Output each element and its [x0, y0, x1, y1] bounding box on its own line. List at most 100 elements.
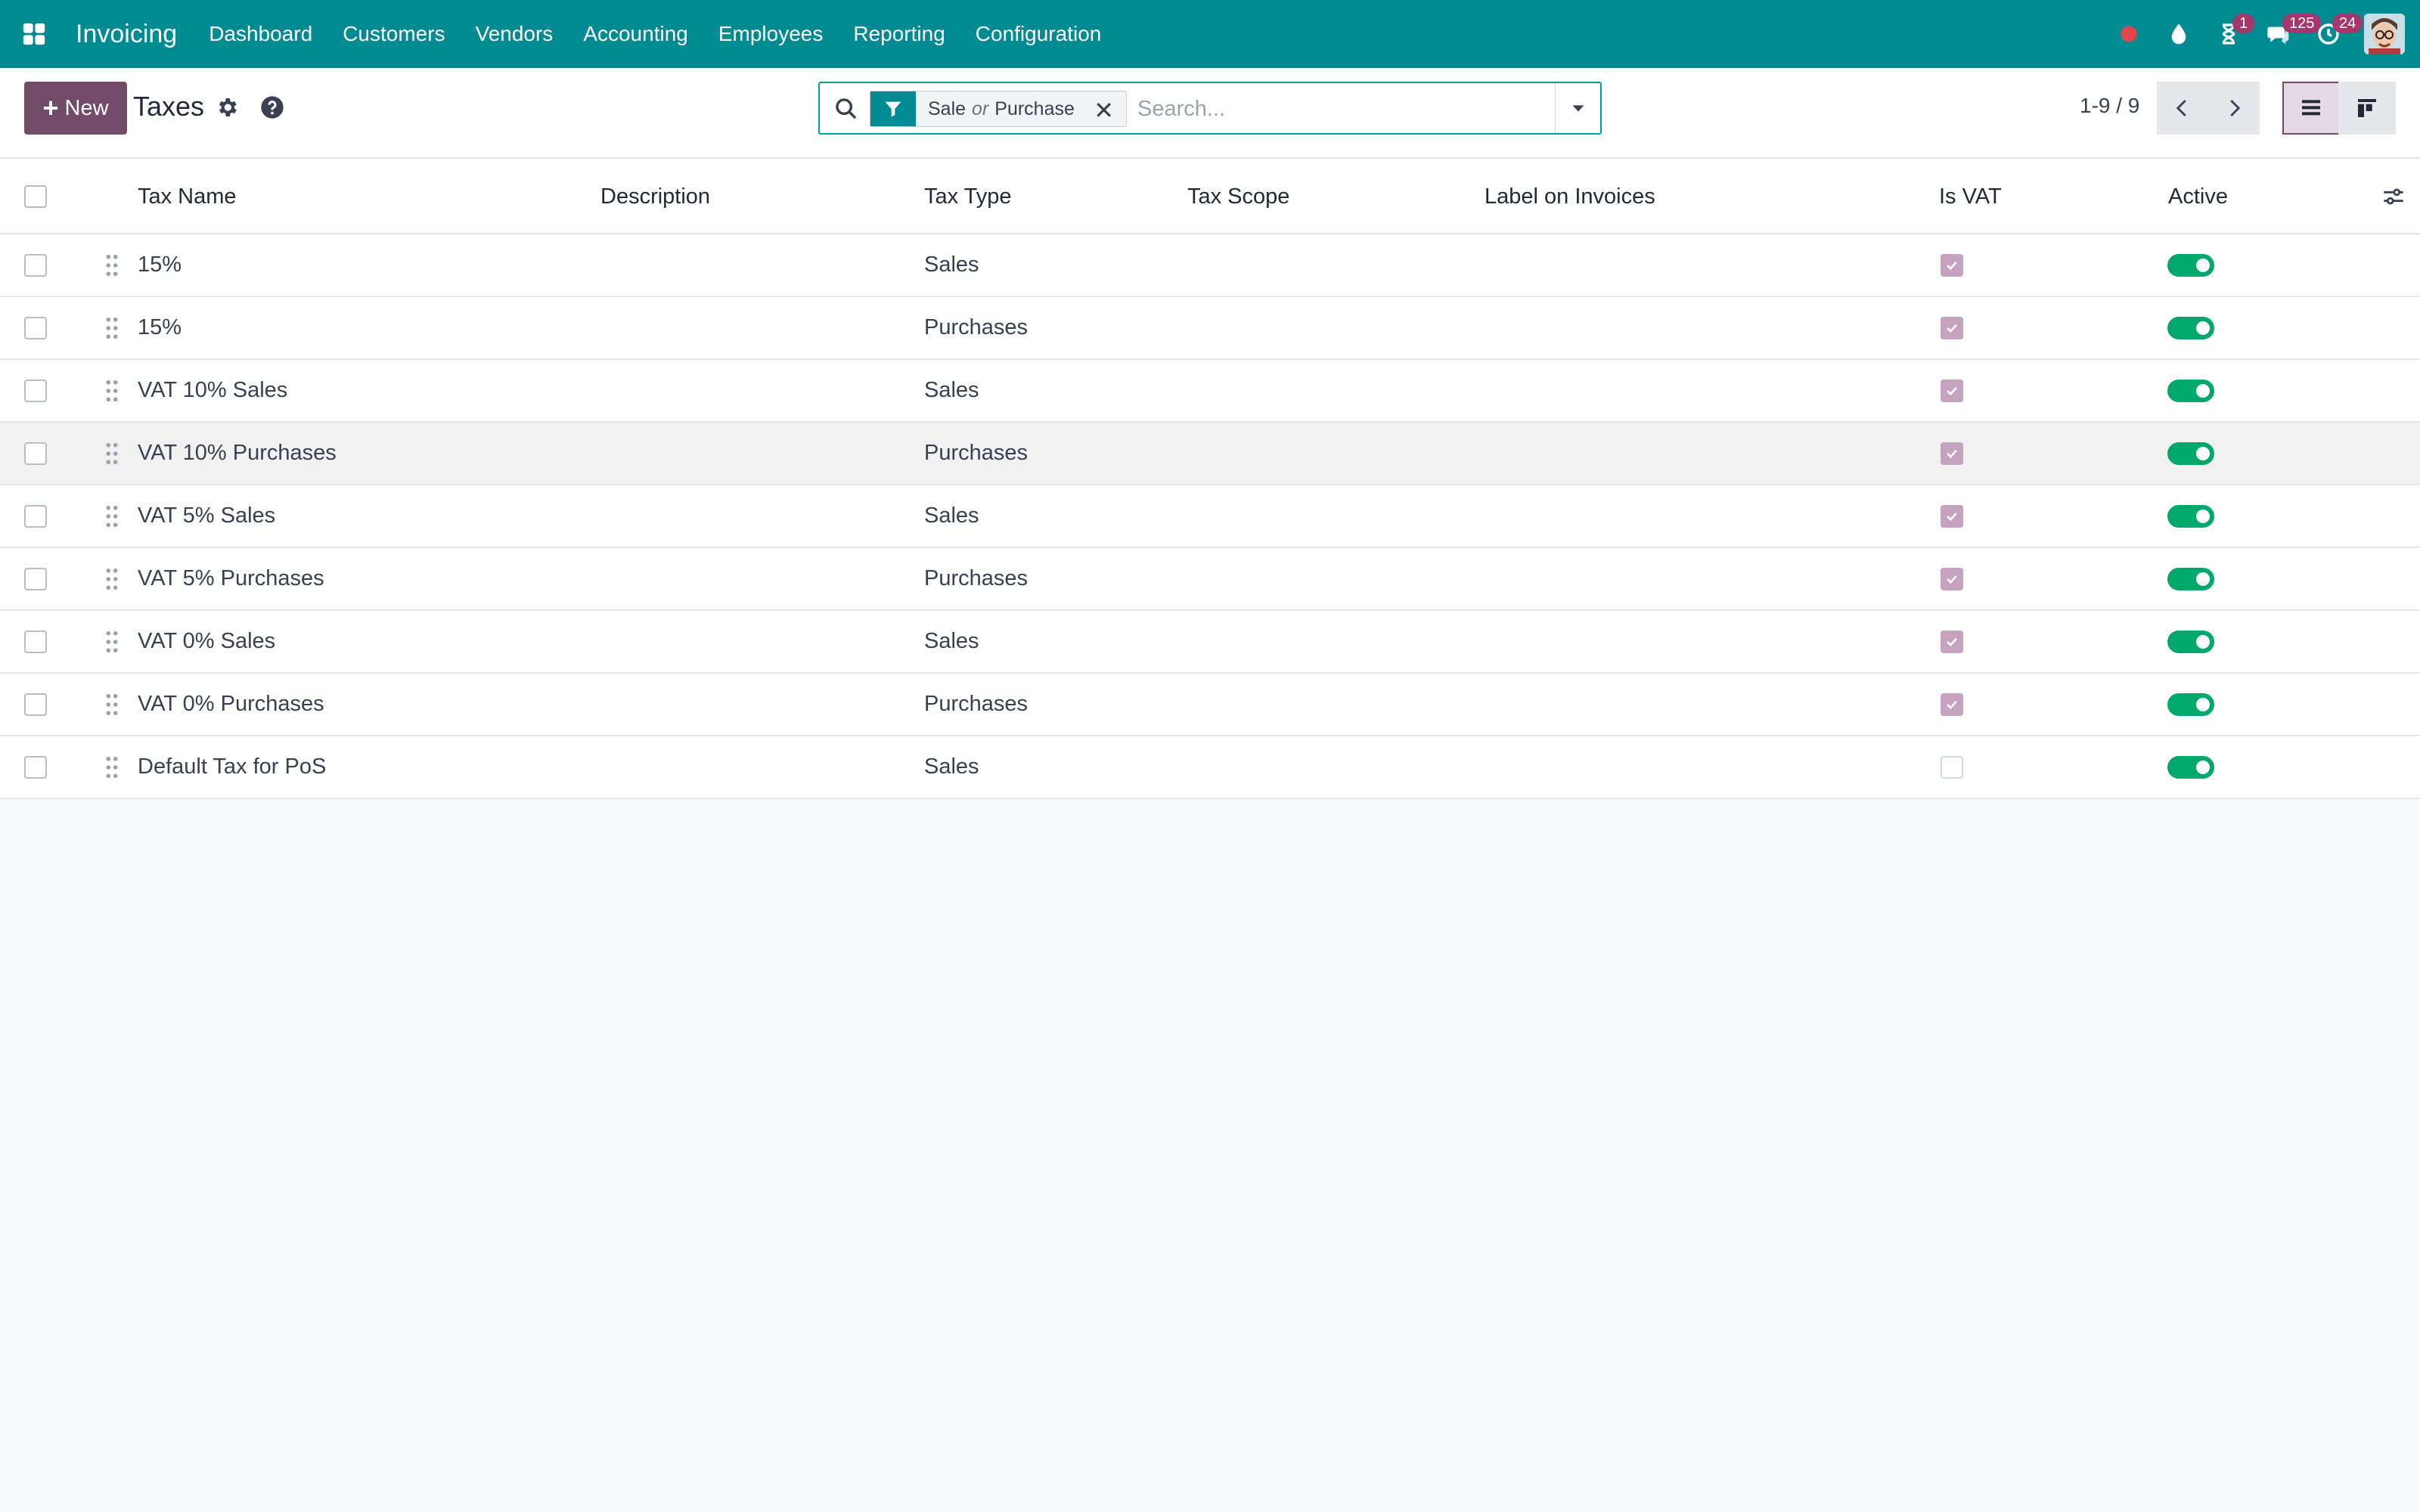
optional-columns-icon[interactable]	[2381, 160, 2406, 233]
table-row[interactable]: Default Tax for PoS Sales	[0, 736, 2420, 799]
menu-vendors[interactable]: Vendors	[461, 0, 569, 68]
active-toggle[interactable]	[2167, 442, 2214, 465]
active-toggle[interactable]	[2167, 567, 2214, 590]
menu-configuration[interactable]: Configuration	[960, 0, 1117, 68]
close-icon[interactable]: ✕	[1094, 96, 1114, 125]
cell-tax-type[interactable]: Purchases	[924, 297, 1028, 358]
kanban-view-button[interactable]	[2338, 82, 2396, 135]
help-icon[interactable]	[260, 95, 284, 119]
cell-tax-name[interactable]: VAT 0% Purchases	[138, 674, 324, 735]
cell-tax-type[interactable]: Sales	[924, 485, 979, 547]
menu-employees[interactable]: Employees	[703, 0, 839, 68]
is-vat-checkbox	[1941, 692, 1963, 716]
row-checkbox[interactable]	[24, 692, 47, 716]
recording-dot-icon[interactable]	[2104, 0, 2154, 68]
column-active[interactable]: Active	[2168, 160, 2228, 233]
row-checkbox[interactable]	[24, 316, 47, 339]
drag-handle-icon[interactable]	[104, 360, 119, 421]
menu-dashboard[interactable]: Dashboard	[194, 0, 327, 68]
active-toggle[interactable]	[2167, 316, 2214, 339]
messages-icon[interactable]: 125	[2254, 0, 2322, 68]
active-toggle[interactable]	[2167, 692, 2214, 716]
column-tax-type[interactable]: Tax Type	[924, 160, 1012, 233]
cell-tax-name[interactable]: 15%	[138, 297, 182, 358]
search-dropdown-toggle[interactable]	[1555, 83, 1600, 133]
activity-hourglass-icon[interactable]: 1	[2204, 0, 2255, 68]
column-description[interactable]: Description	[600, 160, 710, 233]
cell-tax-type[interactable]: Purchases	[924, 674, 1028, 735]
active-toggle[interactable]	[2167, 379, 2214, 402]
control-panel: + New Taxes SaleorPurchase ✕ 1-9 / 9	[0, 68, 2420, 159]
cell-tax-name[interactable]: Default Tax for PoS	[138, 736, 326, 798]
table-row[interactable]: 15% Purchases	[0, 297, 2420, 360]
cell-tax-type[interactable]: Purchases	[924, 423, 1028, 484]
active-toggle[interactable]	[2167, 755, 2214, 779]
cell-tax-name[interactable]: VAT 0% Sales	[138, 611, 275, 672]
list-view-button[interactable]	[2282, 82, 2340, 135]
table-row[interactable]: 15% Sales	[0, 234, 2420, 297]
table-row[interactable]: VAT 10% Purchases Purchases	[0, 423, 2420, 485]
menu-customers[interactable]: Customers	[327, 0, 460, 68]
drag-handle-icon[interactable]	[104, 736, 119, 798]
new-button-label: New	[64, 95, 109, 120]
search-icon[interactable]	[833, 96, 859, 122]
menu-reporting[interactable]: Reporting	[838, 0, 960, 68]
cell-tax-type[interactable]: Sales	[924, 360, 979, 421]
user-avatar[interactable]	[2364, 14, 2405, 54]
row-checkbox[interactable]	[24, 379, 47, 402]
drop-icon[interactable]	[2154, 0, 2204, 68]
cell-tax-type[interactable]: Sales	[924, 234, 979, 296]
gear-icon[interactable]	[215, 95, 239, 119]
clock-badge: 24	[2332, 14, 2363, 33]
drag-handle-icon[interactable]	[104, 548, 119, 609]
app-name[interactable]: Invoicing	[76, 20, 177, 49]
cell-tax-name[interactable]: VAT 10% Sales	[138, 360, 287, 421]
table-row[interactable]: VAT 5% Sales Sales	[0, 485, 2420, 548]
search-input[interactable]	[1137, 92, 1561, 125]
cell-tax-type[interactable]: Sales	[924, 736, 979, 798]
drag-handle-icon[interactable]	[104, 674, 119, 735]
search-bar: Sale or Purchase ✕	[818, 82, 1602, 135]
apps-menu-icon[interactable]	[0, 0, 68, 68]
table-row[interactable]: VAT 10% Sales Sales	[0, 360, 2420, 423]
drag-handle-icon[interactable]	[104, 297, 119, 358]
cell-tax-name[interactable]: VAT 5% Sales	[138, 485, 275, 547]
filter-facet[interactable]: Sale or Purchase ✕	[870, 91, 1127, 127]
page-title: Taxes	[133, 91, 205, 122]
cell-tax-name[interactable]: VAT 10% Purchases	[138, 423, 337, 484]
row-checkbox[interactable]	[24, 755, 47, 779]
new-button[interactable]: + New	[24, 82, 127, 135]
column-tax-name[interactable]: Tax Name	[138, 160, 237, 233]
pager-next-button[interactable]	[2208, 82, 2260, 135]
caret-down-icon	[1572, 105, 1584, 112]
active-toggle[interactable]	[2167, 504, 2214, 528]
column-is-vat[interactable]: Is VAT	[1939, 160, 2002, 233]
list-header: Tax Name Description Tax Type Tax Scope …	[0, 160, 2420, 234]
active-toggle[interactable]	[2167, 253, 2214, 277]
table-row[interactable]: VAT 5% Purchases Purchases	[0, 548, 2420, 611]
row-checkbox[interactable]	[24, 567, 47, 590]
clock-icon[interactable]: 24	[2304, 0, 2363, 68]
row-checkbox[interactable]	[24, 504, 47, 528]
drag-handle-icon[interactable]	[104, 485, 119, 547]
table-row[interactable]: VAT 0% Sales Sales	[0, 611, 2420, 674]
pager-previous-button[interactable]	[2157, 82, 2208, 135]
cell-tax-name[interactable]: 15%	[138, 234, 182, 296]
menu-accounting[interactable]: Accounting	[568, 0, 703, 68]
select-all-checkbox[interactable]	[24, 185, 47, 208]
cell-tax-type[interactable]: Purchases	[924, 548, 1028, 609]
drag-handle-icon[interactable]	[104, 611, 119, 672]
row-checkbox[interactable]	[24, 442, 47, 465]
table-row[interactable]: VAT 0% Purchases Purchases	[0, 674, 2420, 736]
active-toggle[interactable]	[2167, 630, 2214, 653]
row-checkbox[interactable]	[24, 253, 47, 277]
column-label-on-invoices[interactable]: Label on Invoices	[1485, 160, 1655, 233]
row-checkbox[interactable]	[24, 630, 47, 653]
cell-tax-name[interactable]: VAT 5% Purchases	[138, 548, 324, 609]
cell-tax-type[interactable]: Sales	[924, 611, 979, 672]
is-vat-checkbox	[1941, 253, 1963, 277]
column-tax-scope[interactable]: Tax Scope	[1187, 160, 1289, 233]
pager-value[interactable]: 1-9 / 9	[2080, 94, 2139, 118]
drag-handle-icon[interactable]	[104, 423, 119, 484]
drag-handle-icon[interactable]	[104, 234, 119, 296]
